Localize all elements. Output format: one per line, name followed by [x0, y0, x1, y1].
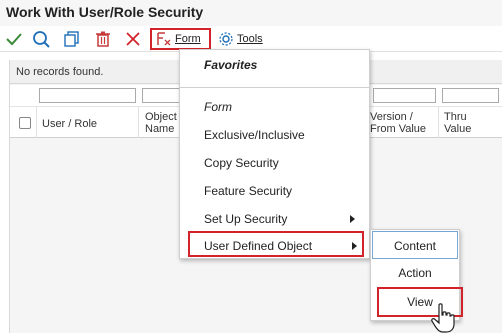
- delete-icon[interactable]: [93, 29, 113, 49]
- column-header-version[interactable]: Version / From Value: [370, 107, 439, 138]
- menu-item-copy-security[interactable]: Copy Security: [180, 149, 369, 177]
- submenu-item-content[interactable]: Content: [372, 231, 458, 259]
- page-title: Work With User/Role Security: [6, 4, 204, 20]
- menu-item-favorites[interactable]: Favorites: [180, 51, 369, 79]
- menu-item-feature-security[interactable]: Feature Security: [180, 177, 369, 205]
- menu-item-set-up-security[interactable]: Set Up Security: [180, 205, 369, 233]
- submenu-item-action[interactable]: Action: [371, 259, 459, 287]
- gear-icon: [219, 32, 233, 46]
- filter-thru-value-input[interactable]: [442, 88, 499, 103]
- copy-icon[interactable]: [62, 29, 82, 49]
- menu-section-form: Form: [204, 100, 232, 114]
- form-dropdown-menu: Favorites Form Exclusive/Inclusive Copy …: [179, 49, 370, 259]
- column-header-user-role[interactable]: User / Role: [37, 107, 139, 138]
- filter-user-role-input[interactable]: [39, 88, 136, 103]
- menu-item-user-defined-object[interactable]: User Defined Object: [188, 231, 364, 257]
- filter-object-name-input[interactable]: [142, 88, 182, 103]
- title-bar: Work With User/Role Security: [0, 0, 502, 26]
- tools-menu-label: Tools: [237, 33, 263, 45]
- select-all-checkbox[interactable]: [19, 117, 31, 129]
- submenu-arrow-icon: [352, 242, 357, 250]
- select-all-cell: [10, 107, 37, 138]
- close-icon[interactable]: [123, 29, 143, 49]
- filter-version-input[interactable]: [373, 88, 436, 103]
- form-icon: [157, 32, 171, 46]
- submenu-arrow-icon: [350, 215, 355, 223]
- search-icon[interactable]: [31, 29, 51, 49]
- hand-pointer-cursor-icon: [431, 303, 457, 333]
- tools-menu-button[interactable]: Tools: [218, 28, 263, 50]
- column-header-thru-value[interactable]: Thru Value: [439, 107, 502, 138]
- form-menu-label: Form: [175, 33, 201, 45]
- menu-divider: [180, 87, 369, 88]
- form-menu-button[interactable]: Form: [150, 28, 211, 50]
- menu-item-exclusive-inclusive[interactable]: Exclusive/Inclusive: [180, 121, 369, 149]
- check-icon[interactable]: [4, 29, 24, 49]
